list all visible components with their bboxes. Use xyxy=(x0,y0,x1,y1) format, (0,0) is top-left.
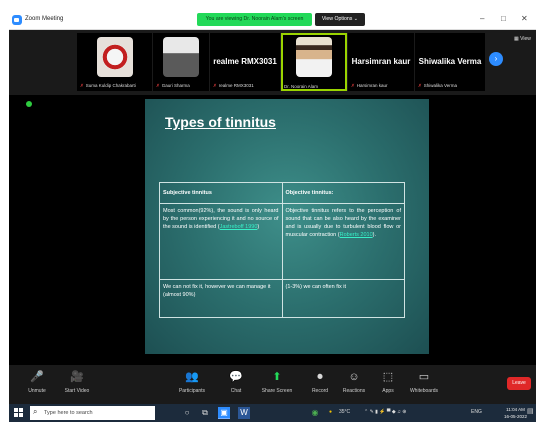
table-header-subjective: Subjective tinnitus xyxy=(159,182,283,204)
chat-button[interactable]: 💬 Chat xyxy=(213,369,259,394)
whiteboards-button[interactable]: ▭ Whiteboards xyxy=(401,369,447,394)
mic-muted-icon: ✗ xyxy=(156,83,160,88)
notifications-icon[interactable]: ▤ xyxy=(527,407,534,415)
mic-muted-icon: ✗ xyxy=(80,83,84,88)
participant-display-name: Shiwalika Verma xyxy=(418,57,482,66)
participant-tile[interactable]: ✗ Gauri Sharma xyxy=(153,33,209,91)
gallery-view-button[interactable]: ▦ View xyxy=(514,36,531,42)
taskbar-clock[interactable]: 11:04 AM 16-05-2022 xyxy=(504,406,527,420)
word-taskbar-icon[interactable]: W xyxy=(238,407,250,419)
participants-button[interactable]: 👥 Participants xyxy=(169,369,215,394)
share-screen-icon: ⬆ xyxy=(272,371,282,383)
participant-tile[interactable]: realme RMX3031 ✗ realme RMX3031 xyxy=(210,33,280,91)
windows-start-icon[interactable] xyxy=(14,408,24,418)
chat-icon: 💬 xyxy=(229,371,243,383)
task-view-icon[interactable]: ⧉ xyxy=(199,407,211,419)
zoom-window: Zoom Meeting You are viewing Dr. Noorain… xyxy=(9,10,536,404)
mic-muted-icon: ✗ xyxy=(213,83,217,88)
participant-name: Gauri Sharma xyxy=(161,83,190,88)
participant-name: Dr. Noorain Alam xyxy=(284,84,319,89)
participant-photo xyxy=(96,37,133,77)
participant-photo xyxy=(296,37,332,77)
table-cell: We can not fix it, however we can manage… xyxy=(159,279,283,318)
tinnitus-table: Subjective tinnitus Objective tinnitus: … xyxy=(159,182,405,318)
share-screen-button[interactable]: ⬆ Share Screen xyxy=(254,369,300,394)
title-bar: Zoom Meeting You are viewing Dr. Noorain… xyxy=(9,10,536,30)
participant-photo xyxy=(163,37,199,77)
view-options-button[interactable]: View Options ⌄ xyxy=(315,13,365,26)
system-tray-icons[interactable]: ⌃ ✎ ▮ ⚡ ▀ ◆ ♫ ⊕ xyxy=(364,409,406,415)
participant-name: realme RMX3031 xyxy=(218,83,254,88)
start-video-button[interactable]: 🎥 Start Video xyxy=(54,369,100,394)
windows-taskbar: ⌕ Type here to search ○ ⧉ ▣ W ◉ ● 35°C ⌃… xyxy=(9,404,536,422)
search-placeholder: Type here to search xyxy=(44,410,93,416)
table-cell: (1-3%) we can often fix it xyxy=(281,279,405,318)
participant-name: Harsimran kaur xyxy=(356,83,388,88)
presentation-slide: Types of tinnitus Subjective tinnitus Ob… xyxy=(145,99,429,354)
participant-display-name: realme RMX3031 xyxy=(213,57,277,66)
app-title: Zoom Meeting xyxy=(25,16,64,22)
participant-tile[interactable]: Harsimran kaur ✗ Harsimran kaur xyxy=(348,33,414,91)
participant-display-name: Harsimran kaur xyxy=(351,57,411,66)
participant-tile[interactable]: ✗ Suma Kuldip Chakrabarti xyxy=(77,33,152,91)
language-indicator[interactable]: ENG xyxy=(471,409,482,415)
table-cell: Objective tinnitus refers to the percept… xyxy=(281,203,405,280)
mic-muted-icon: ✗ xyxy=(418,83,422,88)
zoom-taskbar-icon[interactable]: ▣ xyxy=(218,407,230,419)
participant-tile[interactable]: Shiwalika Verma ✗ Shiwalika Verma xyxy=(415,33,485,91)
taskbar-search-input[interactable]: ⌕ Type here to search xyxy=(30,406,155,420)
participant-name: Shiwalika Verma xyxy=(423,83,458,88)
weather-text: 35°C xyxy=(339,409,351,415)
citation-link[interactable]: Roberts 2010 xyxy=(340,232,373,238)
video-camera-icon: 🎥 xyxy=(70,371,84,383)
whiteboard-icon: ▭ xyxy=(418,371,430,383)
mic-muted-icon: ✗ xyxy=(351,83,355,88)
minimize-button[interactable]: – xyxy=(480,14,484,23)
table-row: We can not fix it, however we can manage… xyxy=(159,279,405,318)
zoom-logo-icon xyxy=(12,15,22,25)
cortana-icon[interactable]: ○ xyxy=(181,407,193,419)
participant-name: Suma Kuldip Chakrabarti xyxy=(85,83,136,88)
viewing-screen-banner: You are viewing Dr. Noorain Alam's scree… xyxy=(197,13,312,26)
participants-icon: 👥 xyxy=(185,371,199,383)
sharing-indicator-icon xyxy=(26,101,32,107)
search-icon: ⌕ xyxy=(33,407,38,416)
maximize-button[interactable]: □ xyxy=(501,14,506,23)
weather-icon: ● xyxy=(329,409,333,415)
leave-button[interactable]: Leave xyxy=(507,377,531,390)
table-row: Most common(92%), the sound is only hear… xyxy=(159,203,405,280)
gallery-next-icon[interactable]: › xyxy=(489,52,503,66)
table-cell: Most common(92%), the sound is only hear… xyxy=(159,203,283,280)
close-button[interactable]: ✕ xyxy=(521,14,528,23)
shared-screen: Types of tinnitus Subjective tinnitus Ob… xyxy=(9,95,536,365)
citation-link[interactable]: Jastreboff 1990 xyxy=(220,224,258,230)
table-header-objective: Objective tinnitus: xyxy=(281,182,405,204)
meeting-controls: 🎤 Unmute 🎥 Start Video 👥 Participants 💬 Chat… xyxy=(9,365,536,404)
participant-gallery: ✗ Suma Kuldip Chakrabarti ✗ Gauri Sharma r… xyxy=(9,30,536,95)
chrome-taskbar-icon[interactable]: ◉ xyxy=(309,407,321,419)
slide-title: Types of tinnitus xyxy=(165,114,276,130)
participant-tile-active-speaker[interactable]: Dr. Noorain Alam xyxy=(281,33,347,91)
